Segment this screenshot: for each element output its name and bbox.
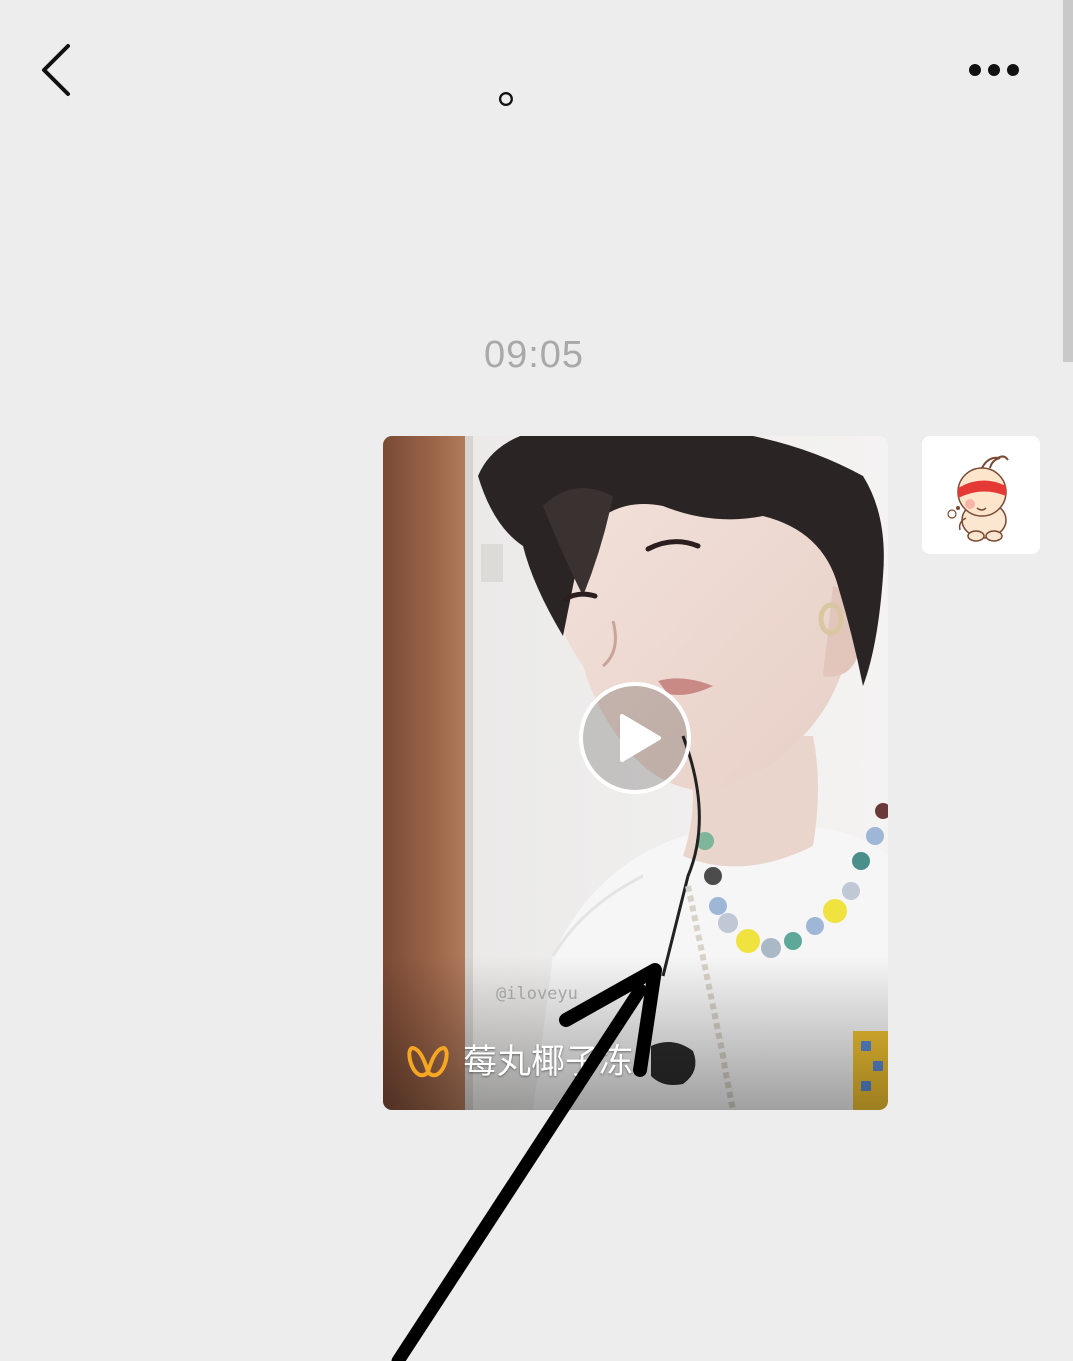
message-timestamp: 09:05 bbox=[483, 334, 585, 376]
butterfly-logo-icon bbox=[407, 1046, 449, 1078]
scrollbar-thumb[interactable] bbox=[1063, 0, 1073, 362]
video-watermark: @iloveyu bbox=[496, 984, 578, 1004]
chat-title: 。 bbox=[497, 61, 543, 113]
back-button[interactable] bbox=[30, 38, 90, 102]
more-dots-icon bbox=[969, 64, 1019, 76]
play-icon bbox=[579, 682, 691, 794]
avatar[interactable] bbox=[922, 436, 1040, 554]
play-button[interactable] bbox=[578, 681, 692, 795]
chevron-left-icon bbox=[42, 44, 70, 96]
video-message[interactable]: @iloveyu 莓丸椰子冻 bbox=[383, 436, 888, 1110]
video-source-label: 莓丸椰子冻 bbox=[463, 1043, 633, 1081]
nav-bar: 。 bbox=[0, 0, 1063, 140]
cartoon-baby-avatar bbox=[947, 455, 1009, 542]
more-button[interactable] bbox=[955, 48, 1035, 92]
chat-screen: 。 09:05 @iloveyu 莓丸椰子冻 bbox=[0, 0, 1073, 1361]
